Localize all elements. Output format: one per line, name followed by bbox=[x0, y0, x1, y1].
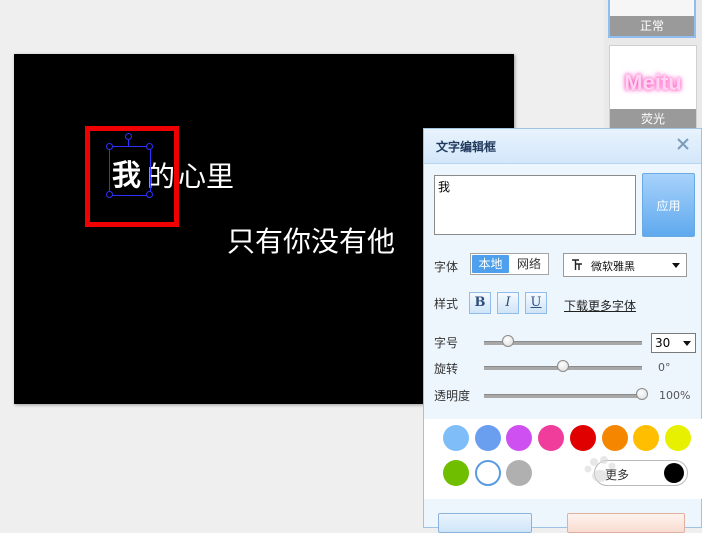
chevron-down-icon bbox=[683, 341, 691, 346]
current-color-swatch bbox=[664, 463, 684, 483]
tab-online-fonts[interactable]: 网络 bbox=[511, 255, 547, 273]
font-select[interactable]: 微软雅黑 bbox=[563, 253, 687, 277]
opacity-value: 100% bbox=[659, 389, 691, 402]
color-swatch[interactable] bbox=[443, 425, 469, 451]
rotate-handle-line bbox=[128, 140, 129, 147]
color-swatch[interactable] bbox=[601, 425, 628, 451]
dialog-header: 文字编辑框 bbox=[424, 129, 701, 164]
chevron-down-icon bbox=[672, 263, 680, 268]
underline-button[interactable]: U bbox=[525, 292, 547, 314]
apply-button[interactable]: 应用 bbox=[642, 173, 695, 237]
font-select-value: 微软雅黑 bbox=[591, 260, 635, 273]
text-input[interactable]: 我 bbox=[434, 175, 636, 235]
tab-local-fonts[interactable]: 本地 bbox=[472, 255, 509, 273]
color-swatch[interactable] bbox=[633, 425, 660, 451]
size-select-value: 30 bbox=[655, 336, 671, 350]
rotate-value: 0° bbox=[658, 361, 671, 374]
truetype-font-icon bbox=[572, 259, 582, 270]
watermark-logo bbox=[584, 456, 616, 482]
font-source-toggle: 本地 网络 bbox=[470, 253, 549, 275]
opacity-slider-knob[interactable] bbox=[636, 388, 648, 400]
rotate-handle[interactable] bbox=[125, 133, 132, 140]
rotate-slider-knob[interactable] bbox=[557, 360, 569, 372]
close-icon[interactable] bbox=[675, 136, 691, 152]
opacity-label: 透明度 bbox=[434, 389, 471, 403]
resize-handle-br[interactable] bbox=[146, 191, 153, 198]
bottom-button-right[interactable] bbox=[567, 513, 685, 533]
color-swatch[interactable] bbox=[538, 425, 565, 451]
preset-glow[interactable]: Meitu 荧光 bbox=[609, 45, 697, 130]
color-swatch[interactable] bbox=[569, 425, 596, 451]
preset-normal-label: 正常 bbox=[610, 16, 694, 36]
dialog-title: 文字编辑框 bbox=[436, 140, 497, 154]
style-label: 样式 bbox=[434, 297, 459, 311]
preset-normal[interactable]: 正常 bbox=[608, 0, 696, 38]
canvas-text-line2[interactable]: 只有你没有他 bbox=[227, 220, 395, 260]
download-more-fonts-link[interactable]: 下载更多字体 bbox=[564, 297, 636, 314]
preset-normal-thumb bbox=[610, 0, 694, 16]
opacity-slider[interactable] bbox=[484, 394, 642, 398]
resize-handle-tl[interactable] bbox=[106, 143, 113, 150]
color-swatch[interactable] bbox=[474, 425, 501, 451]
resize-handle-tr[interactable] bbox=[146, 143, 153, 150]
bottom-button-left[interactable] bbox=[438, 513, 532, 533]
color-swatch[interactable] bbox=[664, 425, 691, 451]
preset-glow-preview: Meitu bbox=[624, 70, 682, 95]
bold-button[interactable]: B bbox=[469, 292, 491, 314]
size-slider-knob[interactable] bbox=[501, 335, 514, 347]
rotate-label: 旋转 bbox=[434, 362, 459, 376]
resize-handle-bl[interactable] bbox=[106, 191, 113, 198]
preset-glow-label: 荧光 bbox=[610, 109, 696, 129]
size-label: 字号 bbox=[434, 336, 459, 350]
color-swatch[interactable] bbox=[474, 460, 501, 486]
italic-button[interactable]: I bbox=[497, 292, 519, 314]
font-label: 字体 bbox=[434, 260, 459, 274]
size-select[interactable]: 30 bbox=[651, 333, 696, 353]
color-swatch[interactable] bbox=[443, 460, 469, 486]
text-selection-box bbox=[109, 146, 151, 196]
canvas-text-xinli[interactable]: 心里 bbox=[178, 155, 234, 195]
